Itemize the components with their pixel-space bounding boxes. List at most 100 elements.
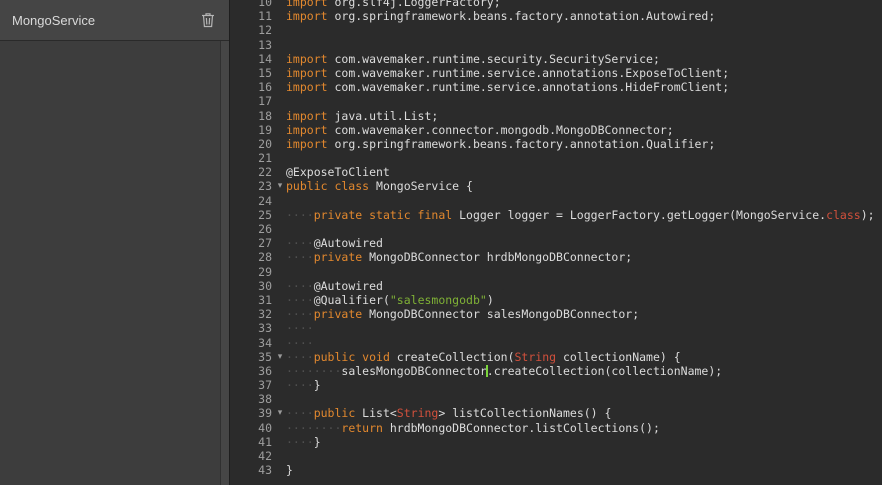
line-number[interactable]: 41 [230,435,274,449]
code-line[interactable]: 29 [230,265,882,279]
code-line[interactable]: 24 [230,194,882,208]
line-number[interactable]: 24 [230,194,274,208]
code-line[interactable]: 27 ····@Autowired [230,236,882,250]
code-line[interactable]: 14import com.wavemaker.runtime.security.… [230,52,882,66]
code-line[interactable]: 17 [230,94,882,108]
line-number[interactable]: 36 [230,364,274,378]
code-line[interactable]: 39▾····public List<String> listCollectio… [230,406,882,420]
code-line[interactable]: 19 import com.wavemaker.connector.mongodb… [230,123,882,137]
code-text: import org.slf4j.LoggerFactory; [286,0,501,9]
code-line[interactable]: 26 [230,222,882,236]
code-line[interactable]: 30····@Autowired [230,279,882,293]
code-text: ····public List<String> listCollectionNa… [286,406,611,420]
code-token-ws: ···· [286,307,314,321]
line-number[interactable]: 26 [230,222,274,236]
code-line[interactable]: 22@ExposeToClient [230,165,882,179]
code-token-ws: ···· [286,250,314,264]
line-number[interactable]: 14 [230,52,274,66]
code-line[interactable]: 41····} [230,435,882,449]
line-number[interactable]: 42 [230,449,274,463]
line-number[interactable]: 31 [230,293,274,307]
code-line[interactable]: 34···· [230,336,882,350]
code-token-pl: com.wavemaker.runtime.security.SecurityS… [328,52,660,66]
code-line[interactable]: 42 [230,449,882,463]
line-number[interactable]: 21 [230,151,274,165]
delete-service-button[interactable] [201,12,215,28]
code-token-kw: private [314,307,362,321]
code-token-ann: @Autowired [314,236,383,250]
line-number[interactable]: 29 [230,265,274,279]
code-line[interactable]: 16 import com.wavemaker.runtime.service.a… [230,80,882,94]
sidebar-item-mongoservice[interactable]: MongoService [0,0,229,41]
line-number[interactable]: 27 [230,236,274,250]
code-line[interactable]: 21 [230,151,882,165]
code-line[interactable]: 38 [230,392,882,406]
code-line[interactable]: 15import com.wavemaker.runtime.service.a… [230,66,882,80]
code-token-ann: @Qualifier( [314,293,390,307]
code-line[interactable]: 32····private MongoDBConnector salesMong… [230,307,882,321]
code-text: ···· [286,321,314,335]
line-number[interactable]: 34 [230,336,274,350]
line-number[interactable]: 25 [230,208,274,222]
code-line[interactable]: 25····private static final Logger logger… [230,208,882,222]
code-text: ····private MongoDBConnector hrdbMongoDB… [286,250,632,264]
fold-arrow-icon[interactable]: ▾ [274,179,286,193]
code-line[interactable]: 33 ···· [230,321,882,335]
code-token-str: "salesmongodb" [390,293,487,307]
code-line[interactable]: 40········return hrdbMongoDBConnector.li… [230,421,882,435]
code-token-ws: ···· [286,236,314,250]
code-token-pl: org.slf4j.LoggerFactory; [328,0,501,9]
line-number[interactable]: 32 [230,307,274,321]
line-number[interactable]: 40 [230,421,274,435]
code-text: ········salesMongoDBConnector.createColl… [286,364,722,378]
sidebar-scrollbar[interactable] [220,41,229,485]
line-number[interactable]: 20 [230,137,274,151]
code-line[interactable]: 12 [230,23,882,37]
code-editor[interactable]: 10import org.slf4j.LoggerFactory;11impor… [230,0,882,485]
code-line[interactable]: 18import java.util.List; [230,109,882,123]
code-line[interactable]: 31····@Qualifier("salesmongodb") [230,293,882,307]
code-token-ws: ········ [286,421,341,435]
code-line[interactable]: 20import org.springframework.beans.facto… [230,137,882,151]
code-token-pl: com.wavemaker.connector.mongodb.MongoDBC… [328,123,674,137]
code-token-ws: ···· [286,208,314,222]
code-line[interactable]: 37····} [230,378,882,392]
fold-arrow-icon[interactable]: ▾ [274,406,286,420]
line-number[interactable]: 33 [230,321,274,335]
line-number[interactable]: 43 [230,463,274,477]
line-number[interactable]: 38 [230,392,274,406]
code-text: public class MongoService { [286,179,473,193]
line-number[interactable]: 17 [230,94,274,108]
code-token-kw: import [286,123,328,137]
line-number[interactable]: 30 [230,279,274,293]
fold-arrow-icon[interactable]: ▾ [274,350,286,364]
code-token-kw: private [314,250,362,264]
line-number[interactable]: 12 [230,23,274,37]
code-text: import com.wavemaker.runtime.service.ann… [286,80,729,94]
code-line[interactable]: 43} [230,463,882,477]
line-number[interactable]: 28 [230,250,274,264]
code-line[interactable]: 10 import org.slf4j.LoggerFactory; [230,0,882,9]
line-number[interactable]: 19 [230,123,274,137]
code-text: ····public void createCollection(String … [286,350,681,364]
code-line[interactable]: 23▾public class MongoService { [230,179,882,193]
line-number[interactable]: 37 [230,378,274,392]
line-number[interactable]: 22 [230,165,274,179]
line-number[interactable]: 10 [230,0,274,9]
line-number[interactable]: 13 [230,38,274,52]
code-line[interactable]: 36 ········salesMongoDBConnector.createCo… [230,364,882,378]
line-number[interactable]: 23 [230,179,274,193]
line-number[interactable]: 15 [230,66,274,80]
line-number[interactable]: 39 [230,406,274,420]
code-token-ann: @Autowired [314,279,383,293]
line-number[interactable]: 18 [230,109,274,123]
code-line[interactable]: 13 [230,38,882,52]
code-line[interactable]: 35▾····public void createCollection(Stri… [230,350,882,364]
line-number[interactable]: 16 [230,80,274,94]
code-line[interactable]: 28 ····private MongoDBConnector hrdbMongo… [230,250,882,264]
line-number[interactable]: 11 [230,9,274,23]
code-token-pl: MongoService { [369,179,473,193]
code-line[interactable]: 11import org.springframework.beans.facto… [230,9,882,23]
code-token-ws: ···· [286,350,314,364]
line-number[interactable]: 35 [230,350,274,364]
